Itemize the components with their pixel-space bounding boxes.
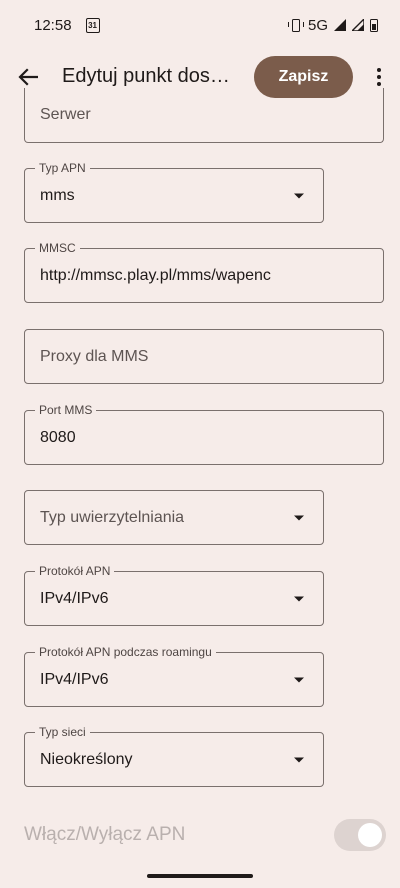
mms-proxy-field[interactable]: Proxy dla MMS bbox=[24, 329, 384, 384]
mmsc-label: MMSC bbox=[35, 241, 80, 255]
signal-icon bbox=[334, 19, 346, 31]
more-vert-icon bbox=[377, 67, 381, 86]
status-bar: 12:58 31 5G bbox=[0, 0, 400, 50]
apn-protocol-dropdown[interactable]: Protokół APN IPv4/IPv6 bbox=[24, 564, 324, 626]
calendar-icon: 31 bbox=[85, 17, 100, 33]
apn-enable-row[interactable]: Włącz/Wyłącz APN bbox=[24, 816, 386, 854]
page-title: Edytuj punkt dos… bbox=[62, 65, 230, 87]
apn-roaming-protocol-value: IPv4/IPv6 bbox=[40, 670, 109, 688]
mms-proxy-placeholder: Proxy dla MMS bbox=[40, 347, 149, 365]
battery-icon bbox=[370, 18, 378, 32]
status-icons: 5G bbox=[287, 16, 378, 34]
apn-roaming-protocol-label: Protokół APN podczas roamingu bbox=[35, 645, 216, 659]
apn-type-label: Typ APN bbox=[35, 161, 90, 175]
apn-type-dropdown[interactable]: Typ APN mms bbox=[24, 161, 324, 223]
home-indicator[interactable] bbox=[147, 874, 253, 878]
mms-port-value: 8080 bbox=[40, 428, 76, 446]
auth-type-dropdown[interactable]: Typ uwierzytelniania bbox=[24, 490, 324, 545]
mms-port-field[interactable]: Port MMS 8080 bbox=[24, 403, 384, 465]
toggle-knob bbox=[358, 823, 382, 847]
signal-icon bbox=[352, 19, 364, 31]
apn-type-value: mms bbox=[40, 186, 75, 204]
apn-protocol-label: Protokół APN bbox=[35, 564, 115, 578]
apn-enable-toggle[interactable] bbox=[334, 819, 386, 851]
auth-type-placeholder: Typ uwierzytelniania bbox=[40, 508, 185, 526]
dropdown-arrow-icon bbox=[294, 757, 304, 762]
arrow-back-icon bbox=[18, 67, 38, 86]
dropdown-arrow-icon bbox=[294, 193, 304, 198]
network-type-value: Nieokreślony bbox=[40, 750, 133, 768]
network-type: 5G bbox=[307, 16, 328, 34]
dropdown-arrow-icon bbox=[294, 677, 304, 682]
status-time: 12:58 bbox=[34, 16, 72, 34]
server-field[interactable]: Serwer bbox=[24, 88, 384, 143]
network-type-label: Typ sieci bbox=[35, 725, 90, 739]
server-placeholder: Serwer bbox=[40, 106, 91, 123]
mmsc-field[interactable]: MMSC http://mmsc.play.pl/mms/wapenc bbox=[24, 241, 384, 303]
dropdown-arrow-icon bbox=[294, 596, 304, 601]
mms-port-label: Port MMS bbox=[35, 403, 97, 417]
mmsc-value: http://mmsc.play.pl/mms/wapenc bbox=[40, 266, 271, 284]
apn-enable-label: Włącz/Wyłącz APN bbox=[24, 824, 186, 845]
vibrate-icon bbox=[287, 18, 304, 32]
dropdown-arrow-icon bbox=[294, 515, 304, 520]
apn-protocol-value: IPv4/IPv6 bbox=[40, 589, 109, 607]
apn-roaming-protocol-dropdown[interactable]: Protokół APN podczas roamingu IPv4/IPv6 bbox=[24, 645, 324, 707]
network-type-dropdown[interactable]: Typ sieci Nieokreślony bbox=[24, 725, 324, 787]
